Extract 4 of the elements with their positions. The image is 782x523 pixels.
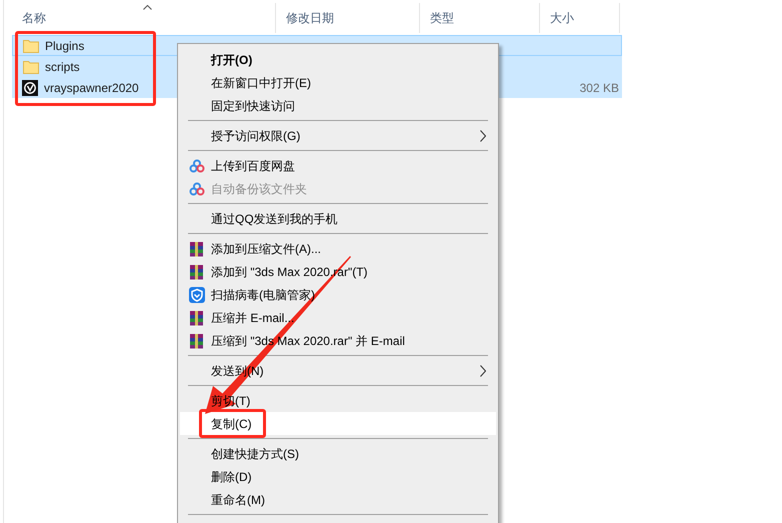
file-name: Plugins xyxy=(45,38,84,54)
file-name: vrayspawner2020 xyxy=(44,80,139,96)
file-name: scripts xyxy=(45,58,80,76)
file-size: 302 KB xyxy=(580,80,620,96)
